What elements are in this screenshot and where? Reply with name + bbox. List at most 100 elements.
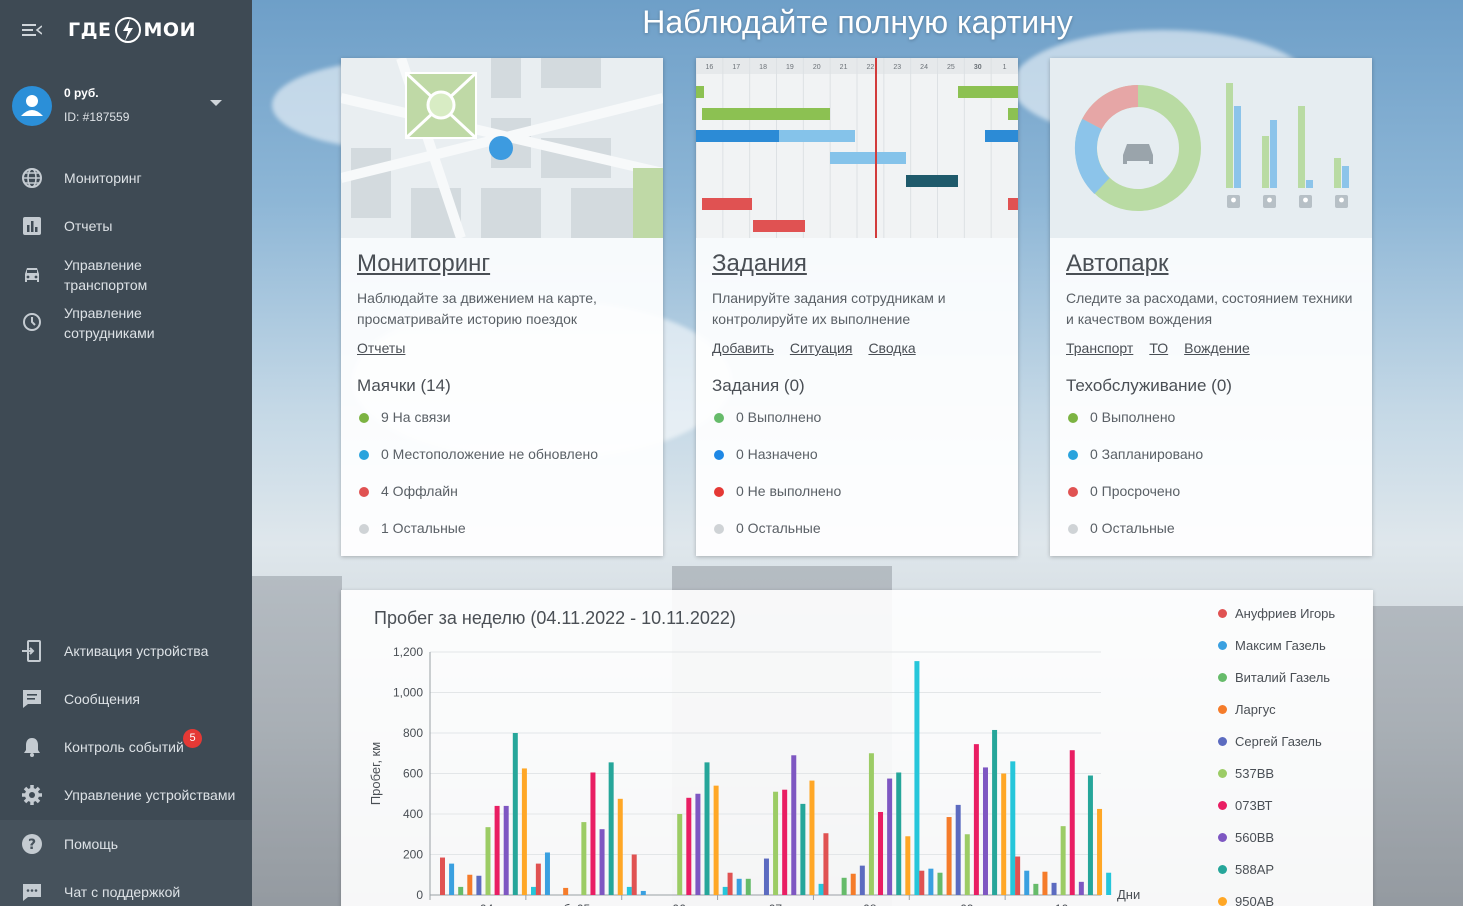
chart-bar[interactable]: [535, 863, 541, 895]
stat-assigned[interactable]: 0 Назначено: [712, 446, 818, 462]
chart-bar[interactable]: [440, 857, 445, 895]
chart-bar[interactable]: [581, 822, 587, 895]
stat-online[interactable]: 9 На связи: [357, 409, 451, 425]
legend-item[interactable]: Сергей Газель: [1218, 734, 1322, 749]
chart-bar[interactable]: [763, 858, 769, 895]
chart-bar[interactable]: [1033, 883, 1039, 895]
stat-offline[interactable]: 4 Оффлайн: [357, 483, 458, 499]
legend-item[interactable]: Ларгус: [1218, 702, 1276, 717]
stat-location-not-updated[interactable]: 0 Местоположение не обновлено: [357, 446, 598, 462]
chart-bar[interactable]: [531, 886, 536, 895]
account-switcher[interactable]: 0 руб. ID: #187559: [0, 84, 252, 130]
stat-done[interactable]: 0 Выполнено: [1066, 409, 1175, 425]
chart-bar[interactable]: [1106, 872, 1112, 895]
add-task-link[interactable]: Добавить: [712, 340, 774, 356]
chart-bar[interactable]: [590, 772, 596, 895]
transport-link[interactable]: Транспорт: [1066, 340, 1133, 356]
chart-bar[interactable]: [973, 744, 979, 895]
chart-bar[interactable]: [617, 798, 623, 895]
chart-bar[interactable]: [782, 789, 788, 895]
sidebar-item-transport[interactable]: Управление транспортом: [0, 252, 252, 298]
chart-bar[interactable]: [640, 890, 646, 895]
chart-bar[interactable]: [722, 886, 728, 895]
sidebar-item-employees[interactable]: Управление сотрудниками: [0, 300, 252, 346]
chart-bar[interactable]: [850, 873, 856, 895]
chart-bar[interactable]: [736, 878, 742, 895]
chart-bar[interactable]: [449, 863, 455, 895]
legend-item[interactable]: 560ВВ: [1218, 830, 1274, 845]
chart-bar[interactable]: [503, 805, 509, 895]
stat-other[interactable]: 0 Остальные: [712, 520, 821, 536]
sidebar-item-support-chat[interactable]: Чат с поддержкой: [0, 870, 252, 906]
chart-bar[interactable]: [626, 886, 632, 895]
driving-link[interactable]: Вождение: [1184, 340, 1250, 356]
stat-done[interactable]: 0 Выполнено: [712, 409, 821, 425]
chart-bar[interactable]: [599, 829, 605, 895]
chart-bar[interactable]: [823, 833, 829, 895]
legend-item[interactable]: 537ВВ: [1218, 766, 1274, 781]
card-title-link[interactable]: Задания: [712, 250, 807, 278]
logo[interactable]: ГДЕ МОИ: [68, 12, 196, 48]
chart-bar[interactable]: [982, 767, 988, 895]
menu-collapse-icon[interactable]: [22, 22, 42, 38]
sidebar-item-reports[interactable]: Отчеты: [0, 204, 252, 248]
chart-bar[interactable]: [695, 793, 701, 895]
chart-bar[interactable]: [773, 791, 779, 895]
chart-bar[interactable]: [1015, 856, 1021, 895]
chart-bar[interactable]: [677, 814, 683, 895]
chart-bar[interactable]: [964, 834, 970, 895]
sidebar-item-activate-device[interactable]: Активация устройства: [0, 629, 252, 673]
chart-bar[interactable]: [476, 875, 482, 895]
chart-bar[interactable]: [896, 772, 902, 895]
chart-bar[interactable]: [544, 852, 550, 895]
sidebar-item-help[interactable]: ? Помощь: [0, 822, 252, 866]
chart-bar[interactable]: [1024, 870, 1030, 895]
chart-bar[interactable]: [1042, 871, 1048, 895]
chart-bar[interactable]: [791, 755, 797, 895]
chart-bar[interactable]: [887, 778, 893, 895]
chart-bar[interactable]: [745, 878, 751, 895]
legend-item[interactable]: Максим Газель: [1218, 638, 1326, 653]
chart-bar[interactable]: [727, 872, 733, 895]
chart-bar[interactable]: [458, 886, 464, 895]
chart-bar[interactable]: [1069, 750, 1075, 895]
chart-bar[interactable]: [704, 762, 710, 895]
chart-bar[interactable]: [1001, 773, 1007, 896]
stat-other[interactable]: 0 Остальные: [1066, 520, 1175, 536]
sidebar-item-messages[interactable]: Сообщения: [0, 677, 252, 721]
sidebar-item-events[interactable]: Контроль событий: [0, 725, 252, 769]
stat-other[interactable]: 1 Остальные: [357, 520, 466, 536]
chart-bar[interactable]: [563, 887, 569, 895]
chart-bar[interactable]: [868, 753, 874, 895]
chart-bar[interactable]: [955, 804, 961, 895]
chart-bar[interactable]: [818, 883, 824, 895]
chevron-down-icon[interactable]: [210, 100, 222, 106]
chart-bar[interactable]: [1097, 808, 1103, 895]
card-title-link[interactable]: Мониторинг: [357, 250, 490, 278]
chart-bar[interactable]: [905, 836, 911, 895]
chart-bar[interactable]: [686, 797, 692, 895]
legend-item[interactable]: Ануфриев Игорь: [1218, 606, 1335, 621]
chart-bar[interactable]: [512, 733, 518, 895]
chart-bar[interactable]: [1010, 761, 1016, 895]
chart-bar[interactable]: [608, 762, 614, 895]
chart-bar[interactable]: [494, 805, 500, 895]
chart-bar[interactable]: [1078, 881, 1084, 895]
chart-bar[interactable]: [859, 865, 865, 895]
chart-bar[interactable]: [1060, 826, 1066, 895]
legend-item[interactable]: 073ВТ: [1218, 798, 1272, 813]
sidebar-item-device-management[interactable]: Управление устройствами: [0, 773, 252, 817]
reports-link[interactable]: Отчеты: [357, 340, 405, 356]
stat-not-done[interactable]: 0 Не выполнено: [712, 483, 841, 499]
chart-bar[interactable]: [928, 868, 934, 895]
chart-bar[interactable]: [937, 872, 943, 895]
stat-planned[interactable]: 0 Запланировано: [1066, 446, 1203, 462]
stat-overdue[interactable]: 0 Просрочено: [1066, 483, 1180, 499]
sidebar-item-monitoring[interactable]: Мониторинг: [0, 156, 252, 200]
chart-bar[interactable]: [946, 817, 952, 895]
chart-bar[interactable]: [521, 768, 527, 895]
chart-bar[interactable]: [809, 780, 815, 895]
chart-bar[interactable]: [800, 803, 806, 895]
chart-bar[interactable]: [992, 729, 998, 895]
chart-bar[interactable]: [841, 877, 847, 895]
